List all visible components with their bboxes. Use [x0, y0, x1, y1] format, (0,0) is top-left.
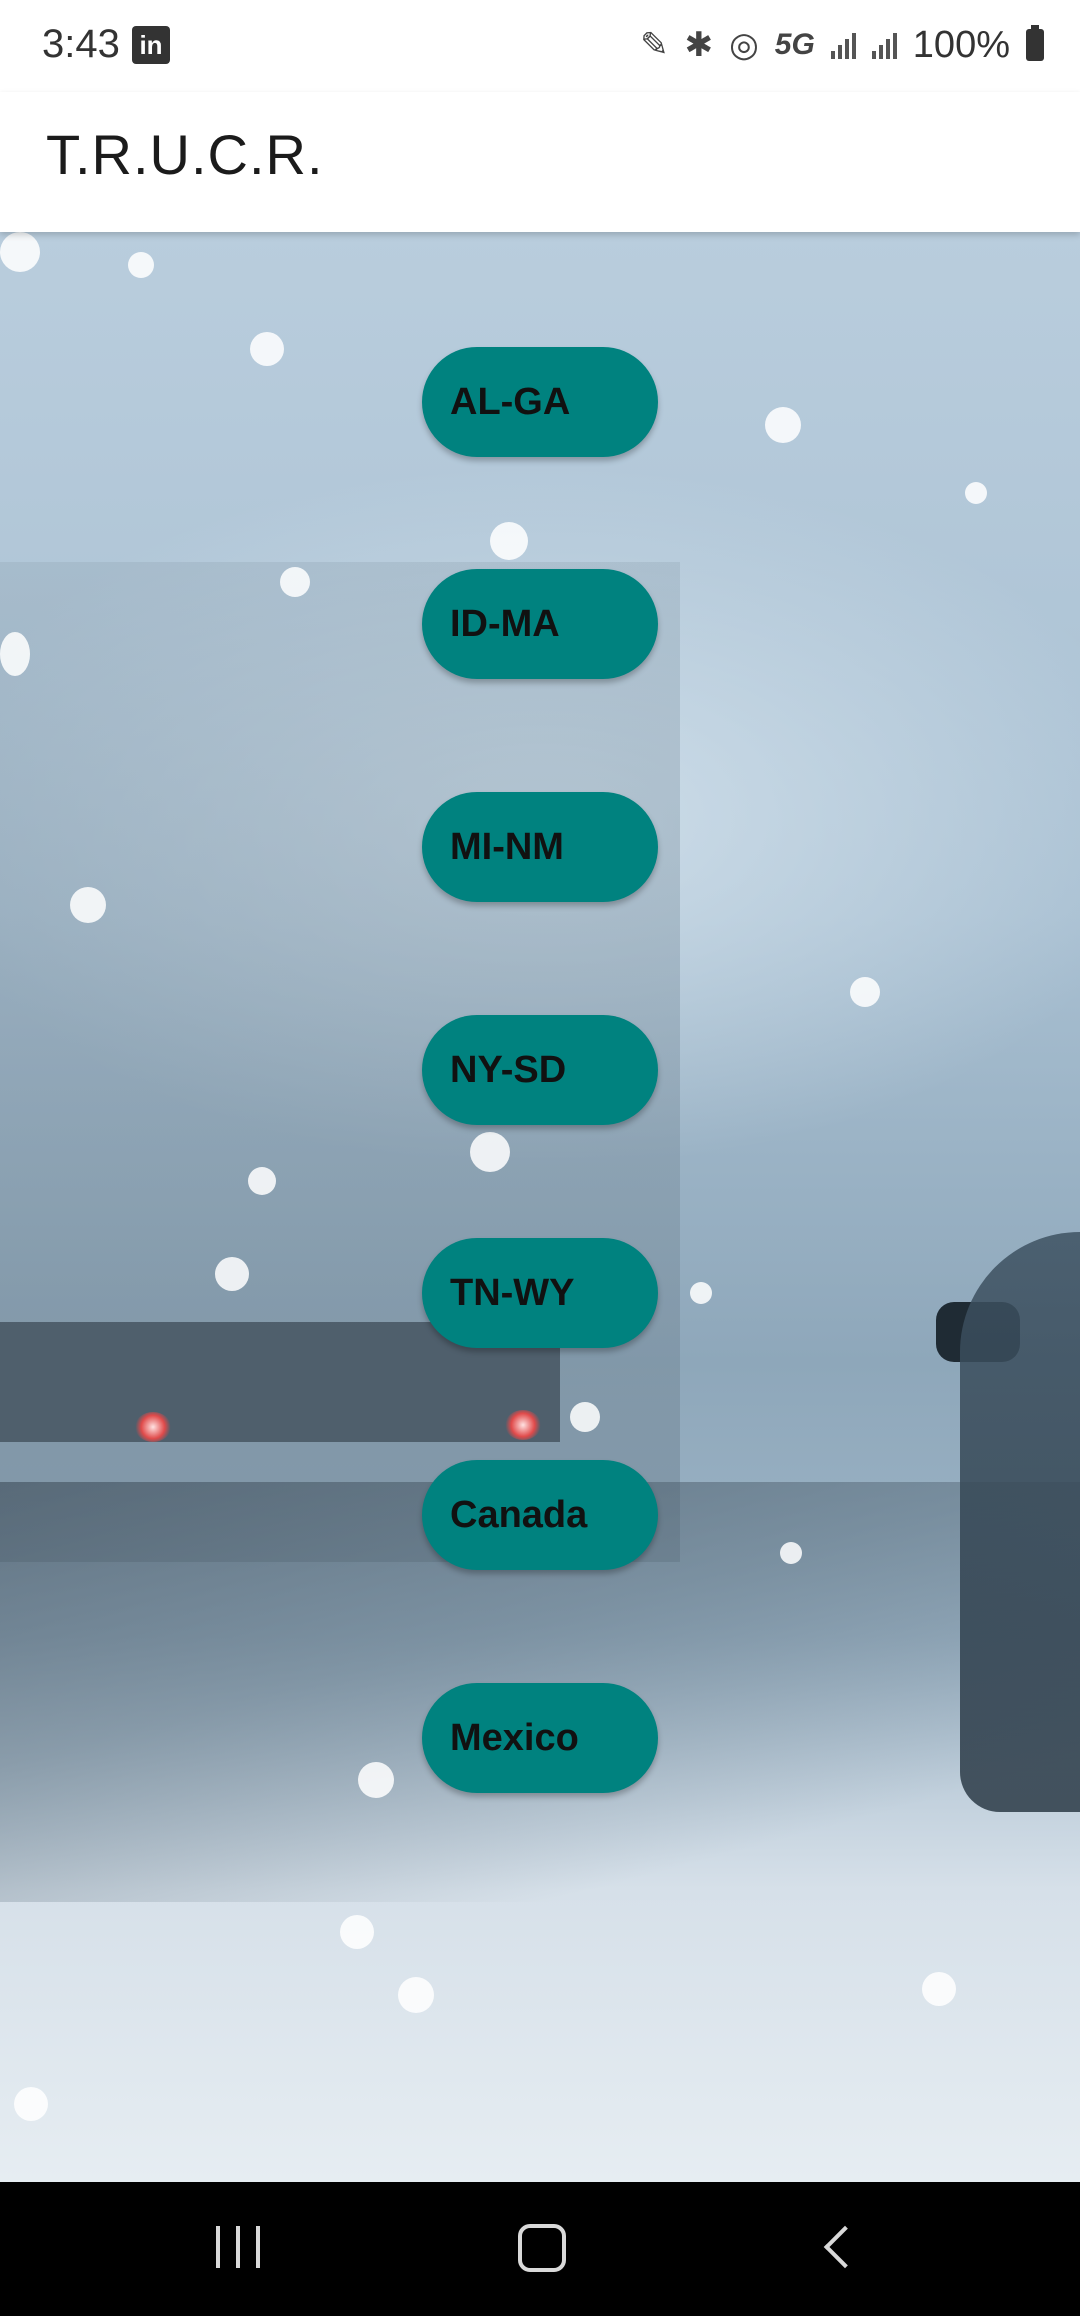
status-icons: ✎ ✱ ◎ 5G 100% — [640, 22, 1044, 68]
car-image — [960, 1232, 1080, 1812]
snowflake — [70, 887, 106, 923]
button-canada[interactable]: Canada — [422, 1460, 658, 1570]
snowflake — [470, 1132, 510, 1172]
snowflake — [965, 482, 987, 504]
snowflake — [250, 332, 284, 366]
status-time: 3:43 — [42, 22, 120, 66]
snowflake — [0, 632, 30, 676]
snowflake — [128, 252, 154, 278]
signal-icon-2 — [871, 31, 897, 59]
snowflake — [570, 1402, 600, 1432]
snowflake — [340, 1915, 374, 1949]
home-icon[interactable] — [518, 2224, 566, 2272]
recents-icon[interactable] — [216, 2226, 260, 2268]
linkedin-icon: in — [132, 26, 170, 64]
battery-percent: 100% — [912, 23, 1010, 66]
navigation-bar — [0, 2182, 1080, 2316]
back-icon[interactable] — [823, 2225, 867, 2269]
hotspot-icon: ◎ — [729, 26, 759, 64]
snowflake — [490, 522, 528, 560]
background-image — [0, 232, 1080, 2182]
signal-icon — [830, 31, 856, 59]
button-ny-sd[interactable]: NY-SD — [422, 1015, 658, 1125]
snowflake — [0, 232, 40, 272]
tail-light — [505, 1410, 541, 1440]
app-bar: T.R.U.C.R. — [0, 92, 1080, 232]
snowflake — [215, 1257, 249, 1291]
status-bar: 3:43 in ✎ ✱ ◎ 5G 100% — [0, 0, 1080, 92]
app-title: T.R.U.C.R. — [46, 123, 324, 186]
pencil-icon: ✎ — [640, 26, 669, 64]
button-al-ga[interactable]: AL-GA — [422, 347, 658, 457]
snowflake — [398, 1977, 434, 2013]
snowflake — [280, 567, 310, 597]
button-tn-wy[interactable]: TN-WY — [422, 1238, 658, 1348]
snowflake — [765, 407, 801, 443]
snowflake — [14, 2087, 48, 2121]
snowflake — [922, 1972, 956, 2006]
bluetooth-icon: ✱ — [684, 26, 714, 64]
snowflake — [690, 1282, 712, 1304]
tail-light — [135, 1412, 171, 1442]
network-type: 5G — [774, 28, 815, 61]
button-id-ma[interactable]: ID-MA — [422, 569, 658, 679]
button-mi-nm[interactable]: MI-NM — [422, 792, 658, 902]
snowflake — [358, 1762, 394, 1798]
snowflake — [780, 1542, 802, 1564]
button-mexico[interactable]: Mexico — [422, 1683, 658, 1793]
snowflake — [850, 977, 880, 1007]
battery-icon — [1026, 25, 1044, 61]
snowflake — [248, 1167, 276, 1195]
